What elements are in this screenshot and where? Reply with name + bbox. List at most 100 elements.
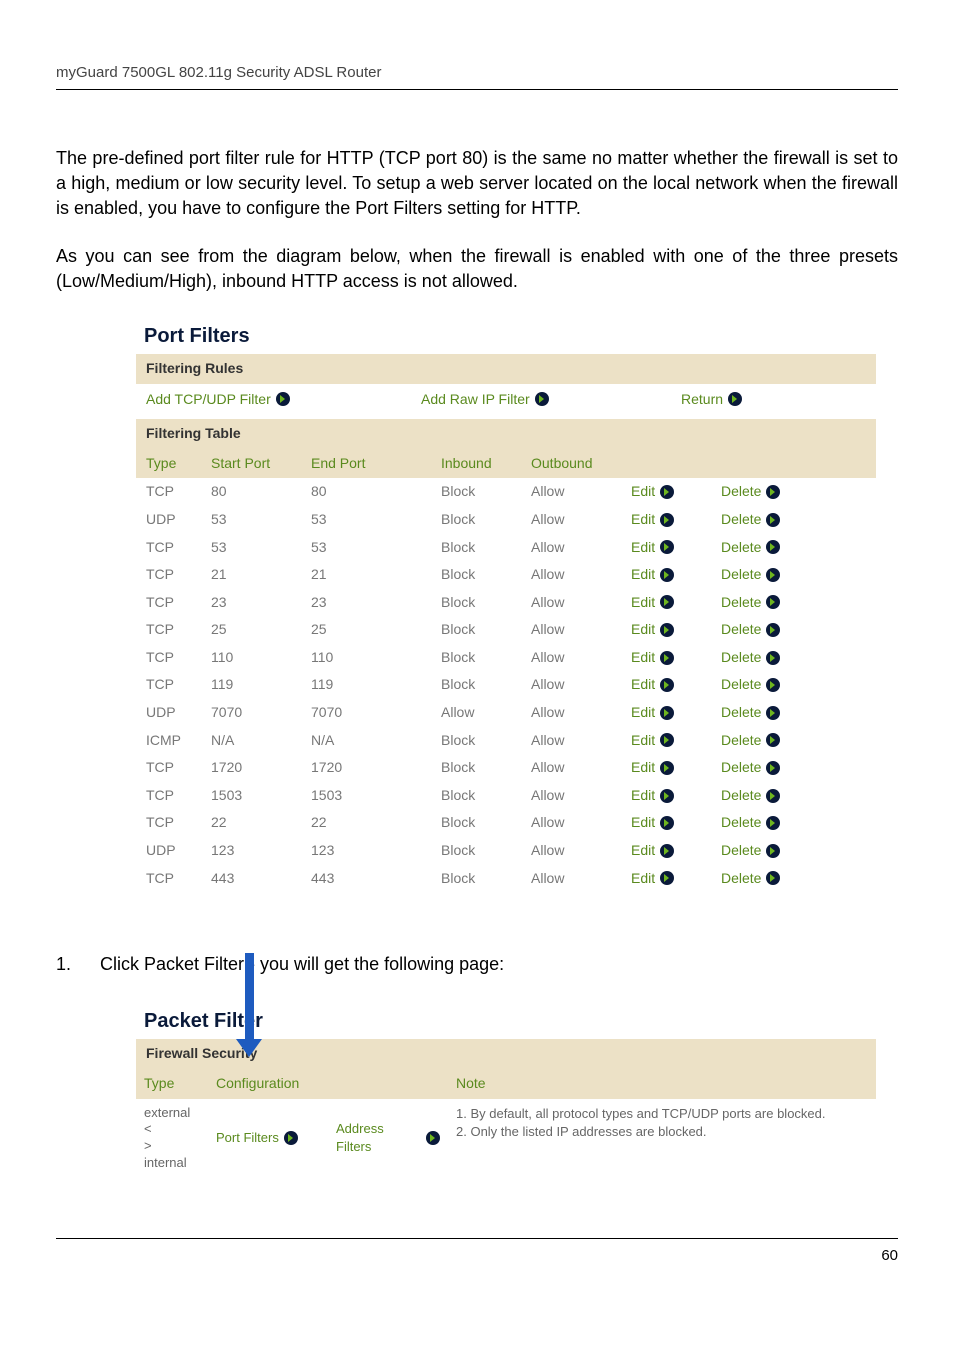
play-icon: [660, 651, 674, 665]
delete-link[interactable]: Delete: [721, 841, 780, 861]
delete-link[interactable]: Delete: [721, 648, 780, 668]
col-in: Inbound: [441, 454, 531, 474]
cell-end: 7070: [311, 703, 441, 723]
table-row: TCP2323BlockAllowEditDelete: [136, 589, 876, 617]
cell-outbound: Allow: [531, 813, 631, 833]
delete-link[interactable]: Delete: [721, 510, 780, 530]
delete-link[interactable]: Delete: [721, 593, 780, 613]
cell-inbound: Block: [441, 593, 531, 613]
edit-link[interactable]: Edit: [631, 675, 674, 695]
edit-link[interactable]: Edit: [631, 869, 674, 889]
col-start: Start Port: [211, 454, 311, 474]
delete-link[interactable]: Delete: [721, 675, 780, 695]
filtering-table-head: Filtering Table: [136, 419, 876, 449]
edit-link[interactable]: Edit: [631, 703, 674, 723]
cell-inbound: Block: [441, 786, 531, 806]
cell-inbound: Block: [441, 538, 531, 558]
play-icon: [660, 513, 674, 527]
cell-outbound: Allow: [531, 620, 631, 640]
delete-link[interactable]: Delete: [721, 813, 780, 833]
play-icon: [766, 706, 780, 720]
cell-outbound: Allow: [531, 841, 631, 861]
cell-start: 7070: [211, 703, 311, 723]
doc-header: myGuard 7500GL 802.11g Security ADSL Rou…: [56, 62, 898, 83]
address-filters-link[interactable]: Address Filters: [336, 1120, 421, 1156]
table-row: ICMPN/AN/ABlockAllowEditDelete: [136, 727, 876, 755]
cell-outbound: Allow: [531, 786, 631, 806]
cell-inbound: Block: [441, 758, 531, 778]
add-tcp-udp-filter-link[interactable]: Add TCP/UDP Filter: [146, 390, 271, 410]
cell-end: 1503: [311, 786, 441, 806]
delete-link[interactable]: Delete: [721, 482, 780, 502]
play-icon: [660, 844, 674, 858]
edit-link[interactable]: Edit: [631, 813, 674, 833]
delete-link[interactable]: Delete: [721, 786, 780, 806]
cell-end: 1720: [311, 758, 441, 778]
cell-end: 110: [311, 648, 441, 668]
delete-link[interactable]: Delete: [721, 565, 780, 585]
edit-link[interactable]: Edit: [631, 565, 674, 585]
edit-link[interactable]: Edit: [631, 758, 674, 778]
divider: [56, 89, 898, 90]
play-icon: [660, 678, 674, 692]
edit-link[interactable]: Edit: [631, 538, 674, 558]
cell-start: 23: [211, 593, 311, 613]
table-row: TCP2121BlockAllowEditDelete: [136, 561, 876, 589]
edit-link[interactable]: Edit: [631, 841, 674, 861]
cell-end: 119: [311, 675, 441, 695]
edit-link[interactable]: Edit: [631, 620, 674, 640]
delete-link[interactable]: Delete: [721, 538, 780, 558]
packet-filter-header-row: Type Configuration Note: [136, 1069, 876, 1099]
cell-outbound: Allow: [531, 758, 631, 778]
edit-link[interactable]: Edit: [631, 510, 674, 530]
play-icon: [766, 595, 780, 609]
cell-start: 22: [211, 813, 311, 833]
cell-inbound: Allow: [441, 703, 531, 723]
pf-col-note: Note: [448, 1069, 876, 1099]
play-icon: [535, 392, 549, 406]
col-type: Type: [146, 454, 211, 474]
cell-start: N/A: [211, 731, 311, 751]
delete-link[interactable]: Delete: [721, 758, 780, 778]
delete-link[interactable]: Delete: [721, 869, 780, 889]
play-icon: [284, 1131, 298, 1145]
edit-link[interactable]: Edit: [631, 593, 674, 613]
cell-inbound: Block: [441, 510, 531, 530]
cell-start: 53: [211, 538, 311, 558]
edit-link[interactable]: Edit: [631, 648, 674, 668]
play-icon: [766, 513, 780, 527]
play-icon: [766, 871, 780, 885]
cell-end: 123: [311, 841, 441, 861]
play-icon: [766, 761, 780, 775]
delete-link[interactable]: Delete: [721, 620, 780, 640]
cell-end: 80: [311, 482, 441, 502]
play-icon: [276, 392, 290, 406]
cell-type: TCP: [146, 813, 211, 833]
return-link[interactable]: Return: [681, 390, 723, 410]
cell-inbound: Block: [441, 813, 531, 833]
table-row: TCP15031503BlockAllowEditDelete: [136, 782, 876, 810]
cell-outbound: Allow: [531, 538, 631, 558]
cell-type: UDP: [146, 510, 211, 530]
edit-link[interactable]: Edit: [631, 731, 674, 751]
add-raw-ip-filter-link[interactable]: Add Raw IP Filter: [421, 390, 530, 410]
play-icon: [766, 651, 780, 665]
port-filters-link[interactable]: Port Filters: [216, 1129, 279, 1147]
edit-link[interactable]: Edit: [631, 786, 674, 806]
cell-end: 23: [311, 593, 441, 613]
cell-end: 53: [311, 538, 441, 558]
play-icon: [660, 540, 674, 554]
cell-end: 443: [311, 869, 441, 889]
cell-type: TCP: [146, 620, 211, 640]
edit-link[interactable]: Edit: [631, 482, 674, 502]
cell-outbound: Allow: [531, 510, 631, 530]
delete-link[interactable]: Delete: [721, 731, 780, 751]
cell-end: 53: [311, 510, 441, 530]
delete-link[interactable]: Delete: [721, 703, 780, 723]
cell-type: UDP: [146, 841, 211, 861]
arrow-icon: [240, 953, 258, 1063]
cell-type: TCP: [146, 869, 211, 889]
cell-start: 53: [211, 510, 311, 530]
cell-inbound: Block: [441, 648, 531, 668]
port-filters-title: Port Filters: [136, 316, 876, 354]
